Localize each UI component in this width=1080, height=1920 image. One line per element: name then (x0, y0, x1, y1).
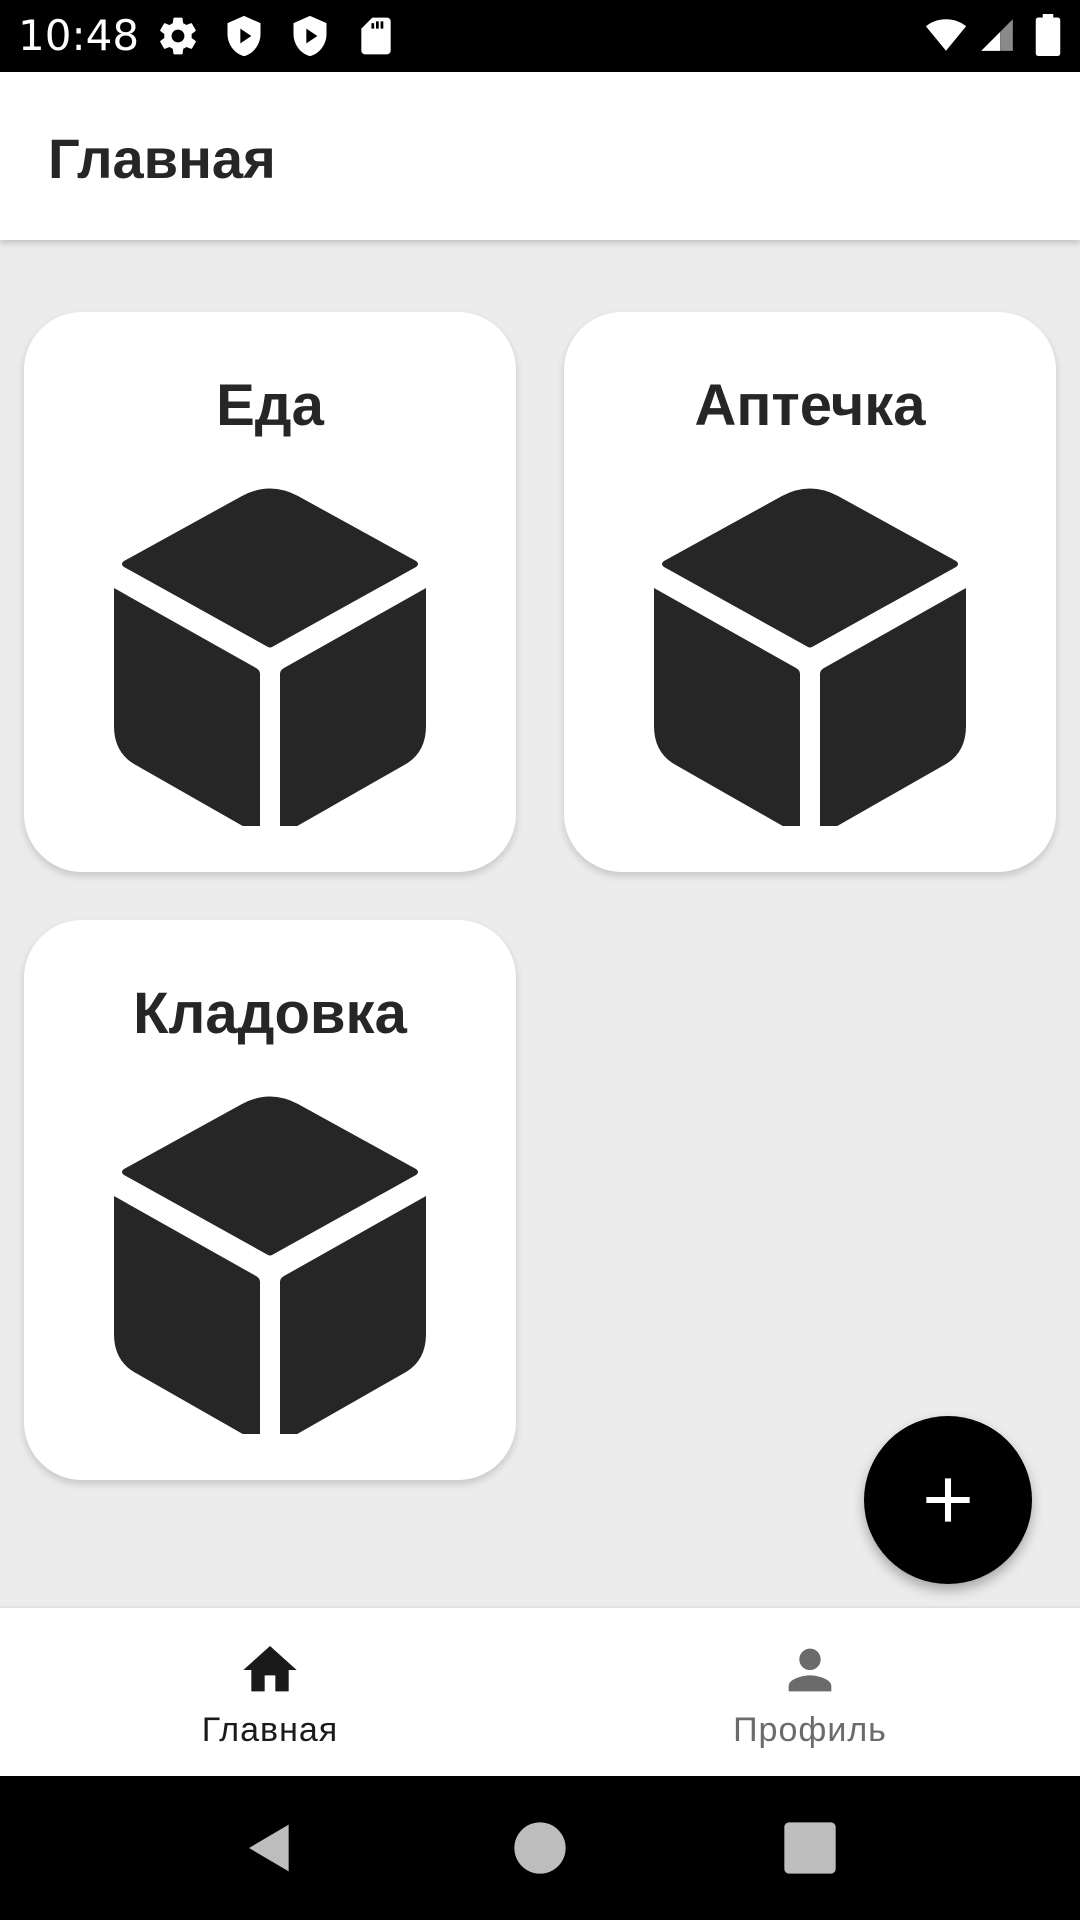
nav-label: Профиль (733, 1711, 887, 1749)
cube-icon (654, 488, 966, 826)
person-icon (788, 1648, 832, 1692)
card-title: Кладовка (133, 981, 407, 1046)
nav-item-profile[interactable]: Профиль (540, 1608, 1080, 1776)
cube-icon (114, 488, 426, 826)
plus-icon (926, 1478, 970, 1522)
storage-card-pantry[interactable]: Кладовка (24, 920, 516, 1480)
recents-icon[interactable] (782, 1820, 838, 1876)
battery-icon (1035, 14, 1061, 56)
status-bar: 10:48 (0, 0, 1080, 72)
main-content: Еда Аптечка Кладовка (0, 240, 1080, 1608)
card-title: Еда (216, 373, 324, 438)
bottom-navigation: Главная Профиль (0, 1608, 1080, 1776)
shield-play-icon (293, 15, 327, 57)
status-time: 10:48 (18, 11, 140, 60)
storage-card-first-aid[interactable]: Аптечка (564, 312, 1056, 872)
home-circle-icon[interactable] (512, 1820, 568, 1876)
page-title: Главная (48, 127, 276, 190)
wifi-icon (925, 19, 967, 51)
home-icon (243, 1646, 297, 1692)
add-button[interactable] (864, 1416, 1032, 1584)
nav-item-home[interactable]: Главная (0, 1608, 540, 1776)
sd-card-icon (361, 17, 391, 55)
back-icon[interactable] (242, 1820, 298, 1876)
card-title: Аптечка (694, 373, 926, 438)
shield-play-icon (227, 15, 261, 57)
cube-icon (114, 1096, 426, 1434)
gear-icon (160, 17, 196, 55)
storage-card-food[interactable]: Еда (24, 312, 516, 872)
app-bar: Главная (0, 72, 1080, 240)
nav-label: Главная (201, 1711, 339, 1749)
signal-icon (981, 19, 1013, 51)
system-navigation-bar (0, 1776, 1080, 1920)
